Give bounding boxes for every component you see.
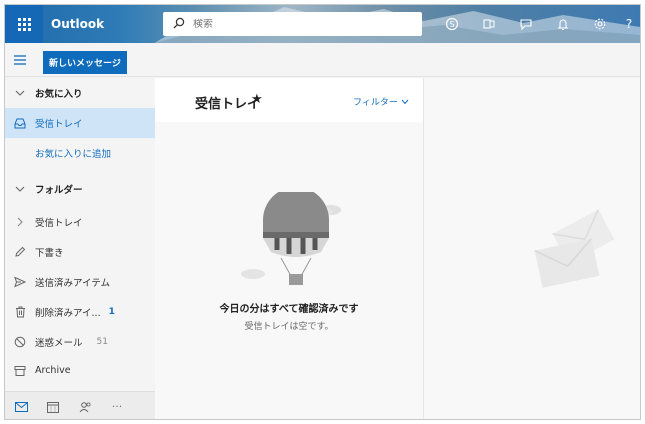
gear-icon (594, 18, 605, 30)
office-button[interactable] (470, 5, 507, 43)
help-button[interactable]: ? (618, 5, 640, 43)
skype-button[interactable]: S (433, 5, 470, 43)
pencil-icon (5, 246, 35, 258)
chevron-right-icon (5, 217, 35, 227)
reading-pane (423, 78, 640, 419)
empty-state-subtitle: 受信トレイは空です。 (244, 322, 334, 332)
filter-button[interactable]: フィルター (353, 95, 409, 108)
sidebar-item-drafts[interactable]: 下書き (5, 237, 155, 267)
hot-air-balloon-illustration (241, 192, 341, 285)
calendar-module-button[interactable] (37, 401, 69, 413)
outlook-window: Outlook S ? (4, 4, 641, 420)
header-actions: S ? (433, 5, 640, 43)
add-favorite-label: お気に入りに追加 (35, 149, 112, 160)
new-message-button[interactable]: 新しいメッセージ (43, 51, 127, 74)
message-list-header: 受信トレイ ★ フィルター (155, 78, 423, 122)
message-list-pane: 受信トレイ ★ フィルター 今日の分はすべて確認済みです 受信トレイは空です。 (155, 78, 423, 419)
nav-toggle-button[interactable] (13, 54, 27, 69)
sidebar-item-deleted[interactable]: 削除済みアイ... 1 (5, 297, 155, 327)
sidebar-item-junk[interactable]: 迷惑メール 51 (5, 327, 155, 357)
header-bar: Outlook S ? (5, 5, 640, 43)
sidebar-item-archive[interactable]: Archive (5, 357, 155, 379)
chevron-down-icon (5, 184, 35, 194)
skype-icon: S (445, 17, 458, 31)
office-icon (482, 19, 494, 29)
send-icon (5, 276, 35, 288)
module-switcher: ··· (5, 391, 155, 419)
unread-count: 1 (108, 307, 115, 317)
favorite-star-button[interactable]: ★ (251, 92, 263, 107)
sidebar-item-label: Archive (35, 365, 71, 376)
feedback-icon (519, 19, 532, 31)
block-icon (5, 336, 35, 348)
command-bar: 新しいメッセージ (5, 43, 640, 77)
search-input[interactable] (193, 18, 413, 30)
trash-icon (5, 306, 35, 318)
search-icon (173, 17, 185, 32)
mail-module-button[interactable] (5, 401, 37, 412)
calendar-icon (47, 401, 59, 413)
chevron-down-icon (5, 88, 35, 98)
sidebar-item-label: 下書き (35, 248, 64, 259)
search-box[interactable] (163, 12, 422, 36)
people-module-button[interactable] (69, 401, 101, 413)
sidebar-item-label: 受信トレイ (35, 218, 83, 229)
inbox-icon (5, 118, 35, 129)
people-icon (79, 401, 91, 412)
sidebar-item-label: 送信済みアイテム (35, 278, 111, 289)
favorites-label: お気に入り (35, 89, 83, 100)
more-icon: ··· (111, 400, 123, 413)
sidebar-item-inbox-favorite[interactable]: 受信トレイ (5, 108, 155, 138)
notifications-button[interactable] (544, 5, 581, 43)
mail-icon (14, 401, 28, 412)
sidebar-item-label: 迷惑メール (35, 338, 83, 349)
bell-icon (557, 19, 568, 31)
app-launcher-button[interactable] (5, 5, 43, 43)
folder-pane: お気に入り 受信トレイ お気に入りに追加 フォルダー 受信トレイ 下書き 送信済… (5, 78, 155, 419)
envelopes-illustration (534, 209, 615, 288)
help-icon: ? (625, 17, 633, 31)
sidebar-item-label: 受信トレイ (35, 119, 83, 130)
favorites-section-header[interactable]: お気に入り (5, 78, 155, 108)
sidebar-item-sent[interactable]: 送信済みアイテム (5, 267, 155, 297)
archive-icon (5, 365, 35, 377)
svg-text:S: S (449, 20, 454, 29)
sidebar-item-inbox[interactable]: 受信トレイ (5, 207, 155, 237)
folders-label: フォルダー (35, 185, 83, 196)
feedback-button[interactable] (507, 5, 544, 43)
settings-button[interactable] (581, 5, 618, 43)
app-name[interactable]: Outlook (51, 17, 104, 31)
add-favorite-link[interactable]: お気に入りに追加 (5, 138, 155, 168)
empty-state-title: 今日の分はすべて確認済みです (219, 304, 359, 315)
folders-section-header[interactable]: フォルダー (5, 174, 155, 204)
hamburger-icon (14, 55, 26, 65)
chevron-down-icon (401, 99, 409, 105)
waffle-icon (17, 17, 31, 31)
item-count: 51 (96, 337, 108, 347)
sidebar-item-label: 削除済みアイ... (35, 308, 101, 319)
more-modules-button[interactable]: ··· (101, 400, 133, 413)
filter-label: フィルター (353, 98, 398, 108)
